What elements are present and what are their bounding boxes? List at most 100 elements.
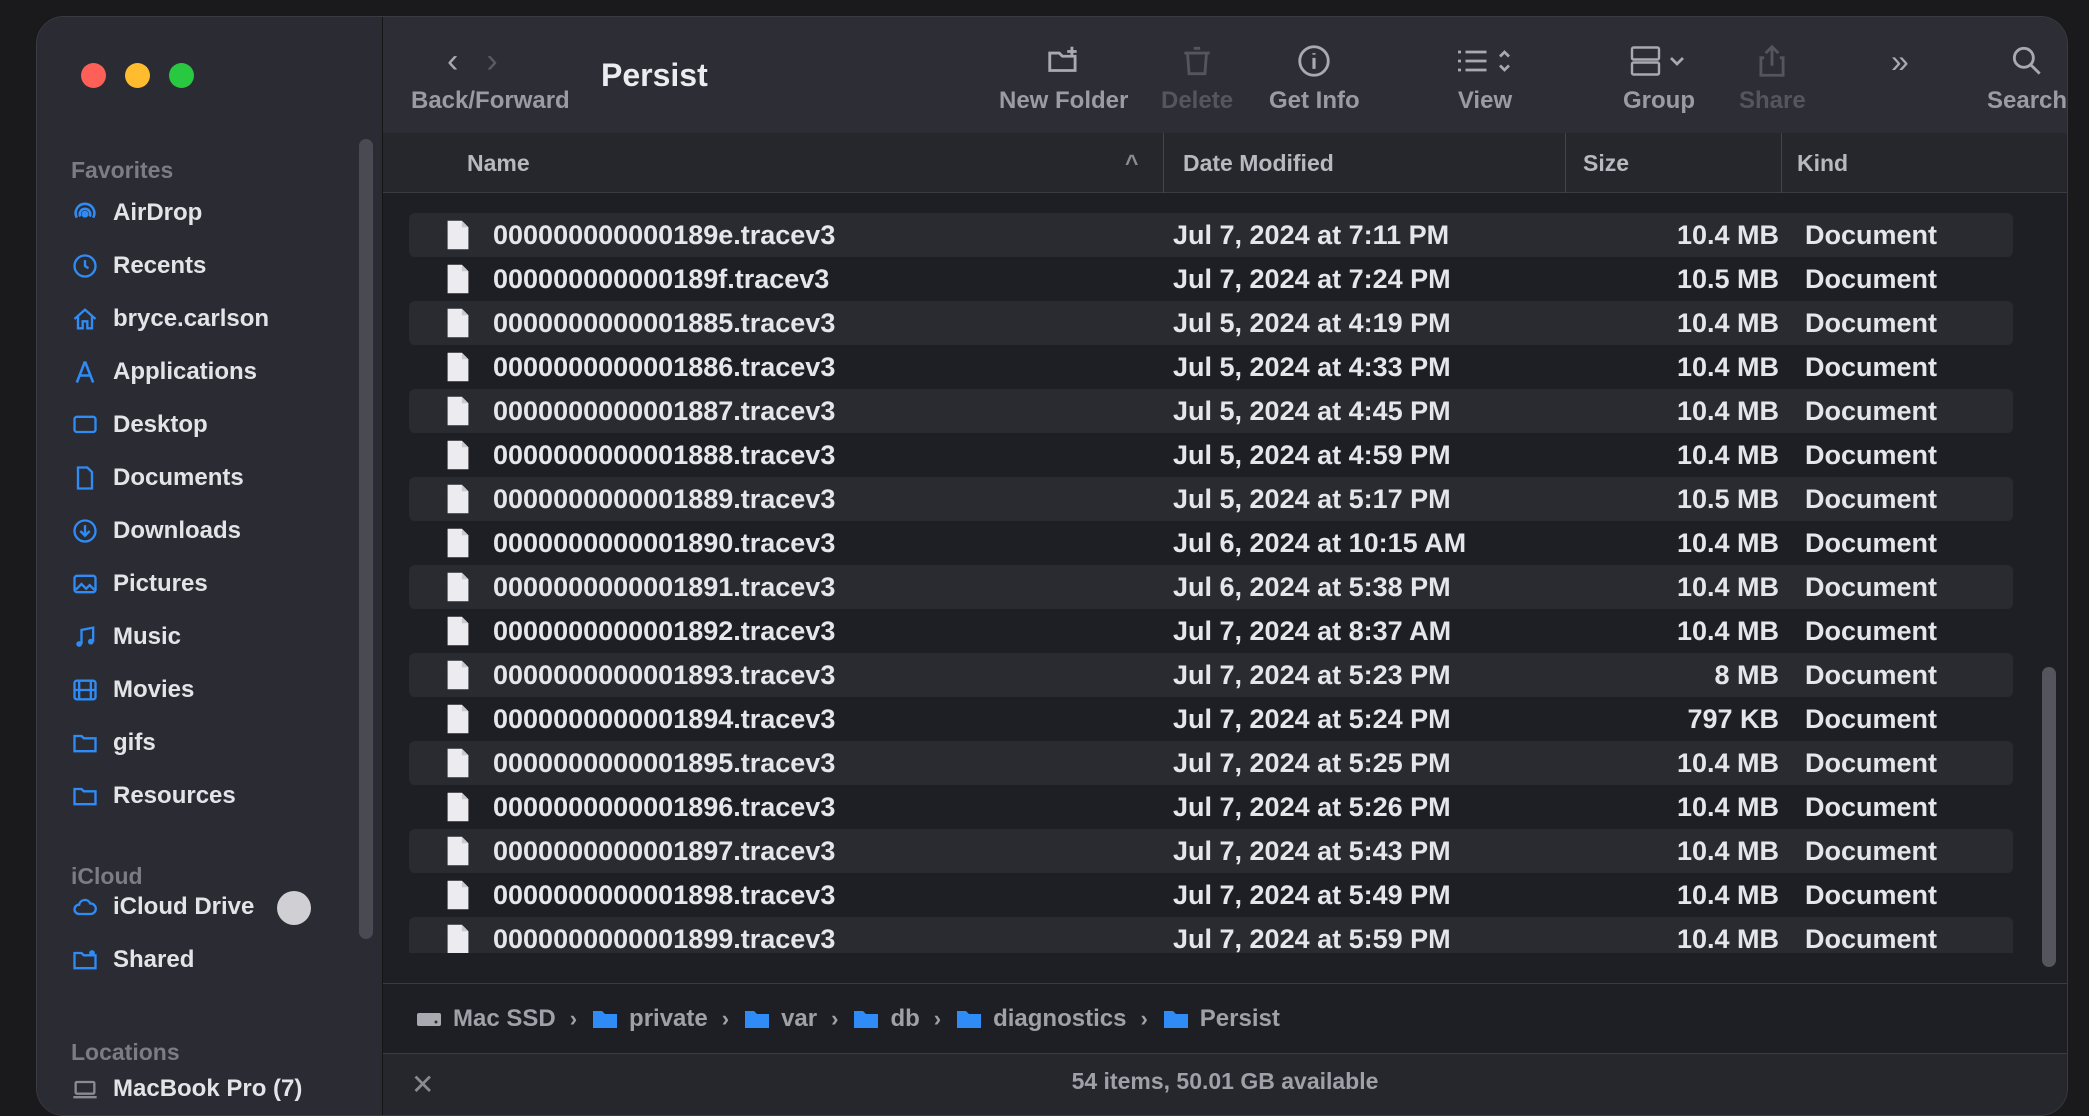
path-item-mac-ssd[interactable]: Mac SSD (415, 1005, 556, 1033)
folder-icon (745, 1010, 770, 1028)
sidebar-item-movies[interactable]: Movies (71, 670, 194, 710)
file-size: 10.4 MB (1676, 219, 1779, 250)
search-button[interactable]: Search (1987, 39, 2067, 115)
share-button[interactable]: Share (1739, 39, 1806, 115)
sidebar-item-airdrop[interactable]: AirDrop (71, 193, 202, 233)
zoom-button[interactable] (169, 63, 194, 88)
document-file-icon (445, 477, 471, 521)
column-header-size[interactable]: Size (1583, 133, 1629, 193)
sidebar-item-pictures[interactable]: Pictures (71, 564, 208, 604)
path-item-diagnostics[interactable]: diagnostics (955, 1005, 1126, 1033)
table-row[interactable]: 0000000000001895.tracev3 Jul 7, 2024 at … (409, 741, 2013, 785)
sidebar-item-home[interactable]: bryce.carlson (71, 299, 269, 339)
group-button[interactable]: Group (1623, 39, 1695, 115)
path-item-var[interactable]: var (743, 1005, 817, 1033)
folder-icon (71, 729, 99, 757)
sidebar-item-label: Music (113, 623, 182, 650)
sidebar-item-desktop[interactable]: Desktop (71, 405, 208, 445)
file-kind: Document (1805, 483, 1938, 514)
more-toolbar-items-button[interactable]: » (1891, 39, 1909, 83)
table-row[interactable]: 000000000000189e.tracev3 Jul 7, 2024 at … (409, 213, 2013, 257)
file-kind: Document (1805, 263, 1938, 294)
home-icon (71, 305, 99, 333)
table-row[interactable]: 0000000000001899.tracev3 Jul 7, 2024 at … (409, 917, 2013, 953)
document-file-icon (445, 433, 471, 477)
table-row[interactable]: 0000000000001888.tracev3 Jul 5, 2024 at … (409, 433, 2013, 477)
file-kind: Document (1805, 571, 1938, 602)
sort-ascending-icon: ^ (1125, 149, 1139, 176)
file-date: Jul 7, 2024 at 5:25 PM (1173, 747, 1451, 778)
sidebar-item-music[interactable]: Music (71, 617, 181, 657)
sidebar-item-label: Applications (113, 358, 258, 385)
document-file-icon (445, 301, 471, 345)
chevron-right-icon: › (831, 1005, 839, 1031)
file-name: 0000000000001892.tracev3 (493, 615, 836, 646)
document-file-icon (445, 785, 471, 829)
folder-icon (854, 1010, 879, 1028)
get-info-button[interactable]: Get Info (1269, 39, 1360, 115)
path-item-db[interactable]: db (852, 1005, 920, 1033)
table-row[interactable]: 0000000000001898.tracev3 Jul 7, 2024 at … (409, 873, 2013, 917)
table-row[interactable]: 0000000000001896.tracev3 Jul 7, 2024 at … (409, 785, 2013, 829)
file-date: Jul 7, 2024 at 5:24 PM (1173, 703, 1451, 734)
file-date: Jul 5, 2024 at 4:59 PM (1173, 439, 1451, 470)
file-date: Jul 7, 2024 at 5:49 PM (1173, 879, 1451, 910)
new-folder-button[interactable]: New Folder (999, 39, 1128, 115)
sidebar-item-resources[interactable]: Resources (71, 776, 236, 816)
column-divider[interactable] (1781, 133, 1782, 193)
forward-chevron-icon[interactable]: › (486, 42, 497, 81)
table-row[interactable]: 0000000000001891.tracev3 Jul 6, 2024 at … (409, 565, 2013, 609)
back-chevron-icon[interactable]: ‹ (447, 42, 458, 81)
table-row[interactable]: 0000000000001890.tracev3 Jul 6, 2024 at … (409, 521, 2013, 565)
sidebar-item-icloud-drive[interactable]: iCloud Drive (71, 887, 254, 927)
file-kind: Document (1805, 879, 1938, 910)
table-row[interactable]: 0000000000001897.tracev3 Jul 7, 2024 at … (409, 829, 2013, 873)
file-kind: Document (1805, 439, 1938, 470)
file-list-scrollbar[interactable] (2042, 667, 2056, 967)
airdrop-icon (71, 199, 99, 227)
sidebar-item-documents[interactable]: Documents (71, 458, 244, 498)
table-row[interactable]: 0000000000001894.tracev3 Jul 7, 2024 at … (409, 697, 2013, 741)
sidebar-item-applications[interactable]: Applications (71, 352, 257, 392)
sidebar-item-shared[interactable]: Shared (71, 940, 194, 980)
applications-icon (71, 358, 99, 386)
delete-button[interactable]: Delete (1161, 39, 1233, 115)
document-file-icon (445, 609, 471, 653)
file-size: 10.5 MB (1676, 263, 1779, 294)
table-row[interactable]: 0000000000001886.tracev3 Jul 5, 2024 at … (409, 345, 2013, 389)
sidebar-section-locations: Locations (71, 1039, 180, 1065)
sidebar-item-downloads[interactable]: Downloads (71, 511, 241, 551)
table-row[interactable]: 0000000000001887.tracev3 Jul 5, 2024 at … (409, 389, 2013, 433)
file-size: 10.4 MB (1676, 351, 1779, 382)
column-divider[interactable] (1163, 133, 1164, 193)
column-header-date-modified[interactable]: Date Modified (1183, 133, 1334, 193)
file-date: Jul 5, 2024 at 4:45 PM (1173, 395, 1451, 426)
table-row[interactable]: 0000000000001889.tracev3 Jul 5, 2024 at … (409, 477, 2013, 521)
file-name: 0000000000001897.tracev3 (493, 835, 836, 866)
view-button[interactable]: View (1455, 39, 1515, 115)
desktop-icon (71, 411, 99, 439)
column-header-name[interactable]: Name (467, 133, 530, 193)
shared-folder-icon (71, 946, 99, 974)
file-size: 8 MB (1714, 659, 1779, 690)
sidebar-item-recents[interactable]: Recents (71, 246, 206, 286)
minimize-button[interactable] (125, 63, 150, 88)
column-divider[interactable] (1565, 133, 1566, 193)
new-folder-icon (1047, 46, 1077, 72)
close-button[interactable] (81, 63, 106, 88)
path-item-private[interactable]: private (591, 1005, 708, 1033)
sidebar-item-label: Documents (113, 464, 244, 491)
table-row[interactable]: 0000000000001885.tracev3 Jul 5, 2024 at … (409, 301, 2013, 345)
file-kind: Document (1805, 747, 1938, 778)
table-row[interactable]: 0000000000001892.tracev3 Jul 7, 2024 at … (409, 609, 2013, 653)
document-file-icon (445, 389, 471, 433)
file-kind: Document (1805, 527, 1938, 558)
column-header-kind[interactable]: Kind (1797, 133, 1848, 193)
table-row[interactable]: 0000000000001893.tracev3 Jul 7, 2024 at … (409, 653, 2013, 697)
sidebar-item-gifs[interactable]: gifs (71, 723, 156, 763)
path-bar: Mac SSD › private › var › db › diagnosti… (383, 983, 2067, 1053)
path-item-persist[interactable]: Persist (1162, 1005, 1280, 1033)
sidebar-item-macbook[interactable]: MacBook Pro (7) (71, 1069, 302, 1109)
sidebar-scrollbar[interactable] (359, 139, 373, 939)
table-row[interactable]: 000000000000189f.tracev3 Jul 7, 2024 at … (409, 257, 2013, 301)
